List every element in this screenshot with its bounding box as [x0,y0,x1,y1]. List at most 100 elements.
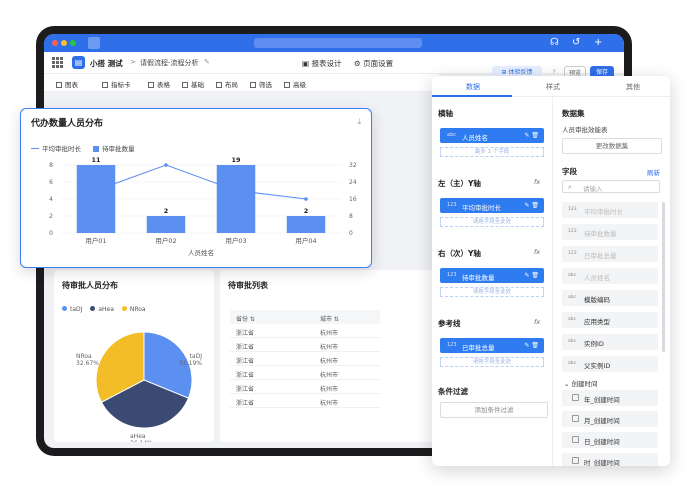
folder-label: 创建时间 [571,380,598,388]
left-y-field-chip[interactable]: 123 平均审批时长 ✎ 🗑 [440,198,544,213]
x-tick-label: 用户02 [155,236,176,245]
field-type-tag: abc [568,317,577,322]
tool-filter[interactable]: 筛选 [250,79,272,89]
pie-chart-card: 待审批人员分布 taDJ aHea NRoa taDJ 31.19% NRoa 32.… [54,270,214,442]
field-item[interactable]: abc 父实例ID [562,356,658,372]
dataset-name: 人员审批效能表 [562,126,608,134]
table-row[interactable]: 浙江省 杭州市 [230,366,380,380]
field-type-tag: 123 [447,202,457,208]
cell-city: 杭州市 [320,386,339,393]
left-axis-tick: 0 [49,230,53,237]
add-filter-button[interactable]: 添加条件过滤 [440,402,548,418]
kpi-card-icon [102,82,108,88]
line-point [94,188,98,193]
refresh-link[interactable]: 刷新 [647,167,660,177]
field-item[interactable]: abc 应用类型 [562,312,658,328]
tool-basic[interactable]: 基础 [182,79,204,89]
field-item[interactable]: abc 人员姓名 [562,268,658,284]
right-axis-tick: 24 [349,179,357,186]
chip-actions-icon[interactable]: ✎ 🗑 [524,272,539,279]
dataset-title: 数据集 [562,109,585,118]
field-label: 实例ID [584,340,604,348]
tool-layout[interactable]: 布局 [216,79,238,89]
table-row[interactable]: 浙江省 杭州市 [230,338,380,352]
field-item[interactable]: abc 模版编码 [562,290,658,306]
tab-report-design[interactable]: ▣ 报表设计 [302,58,342,77]
field-type-tag: abc [447,132,456,138]
right-axis-tick: 8 [349,213,353,220]
left-y-drop-zone[interactable]: 请拖字段至此处 [440,217,544,227]
date-field-item[interactable]: 年_创建时间 [562,390,658,406]
chart-icon [56,82,62,88]
col-city[interactable]: 城市 ⇅ [320,314,339,323]
col-label: 省份 [236,316,249,323]
table-row[interactable]: 浙江省 杭州市 [230,324,380,338]
add-icon[interactable]: + [594,36,602,50]
reference-line-field-chip[interactable]: 123 已审批总量 ✎ 🗑 [440,338,544,353]
field-type-tag: abc [568,295,577,300]
fx-icon[interactable]: fx [534,178,540,186]
field-item[interactable]: 123 已审批总量 [562,246,658,262]
chip-actions-icon[interactable]: ✎ 🗑 [524,202,539,209]
date-field-item[interactable]: 日_创建时间 [562,432,658,448]
line-point [304,197,308,201]
field-type-tag: 123 [568,229,577,234]
field-list-scrollbar[interactable] [662,202,665,352]
x-axis-field-chip[interactable]: abc 人员姓名 ✎ 🗑 [440,128,544,143]
field-item[interactable]: 123 待审批数量 [562,224,658,240]
panel-tab-data[interactable]: 数据 [466,82,480,92]
fx-icon[interactable]: fx [534,318,540,326]
right-y-drop-zone[interactable]: 请拖字段至此处 [440,287,544,297]
right-axis-tick: 32 [349,162,357,169]
change-dataset-button[interactable]: 更改数据集 [562,138,662,154]
x-axis-drop-zone[interactable]: 最多 1 个字段 [440,147,544,157]
right-axis-tick: 0 [349,230,353,237]
chip-actions-icon[interactable]: ✎ 🗑 [524,342,539,349]
field-search-input[interactable]: ⌕ 请输入 [562,180,660,193]
cell-province: 浙江省 [236,400,255,407]
field-item[interactable]: abc 实例ID [562,334,658,350]
right-y-field-chip[interactable]: 123 待审批数量 ✎ 🗑 [440,268,544,283]
field-label: 年_创建时间 [584,396,620,404]
field-label: 父实例ID [584,362,611,370]
fx-icon[interactable]: fx [534,248,540,256]
cell-province: 浙江省 [236,344,255,351]
filter-title: 条件过滤 [438,387,468,396]
tool-table[interactable]: 表格 [148,79,170,89]
global-search-bar[interactable] [254,38,422,48]
headset-icon[interactable]: ☊ [550,36,559,50]
cell-city: 杭州市 [320,400,339,407]
field-label: 应用类型 [584,318,610,326]
tool-kpi-card[interactable]: 指标卡 [102,79,131,89]
panel-tab-other[interactable]: 其他 [626,82,640,92]
maximize-dot[interactable] [70,40,76,46]
reference-line-drop-zone[interactable]: 请拖字段至此处 [440,357,544,367]
date-field-item[interactable]: 月_创建时间 [562,411,658,427]
table-row[interactable]: 浙江省 杭州市 [230,394,380,408]
panel-tab-style[interactable]: 样式 [546,82,560,92]
table-row[interactable]: 浙江省 杭州市 [230,380,380,394]
tool-label: 高级 [293,81,306,89]
minimize-dot[interactable] [61,40,67,46]
flow-name[interactable]: 请假流程-流程分析 [140,58,199,68]
apps-grid-icon[interactable] [52,57,63,68]
pie-label-name: NRoa [76,353,92,360]
folder-create-time[interactable]: ⌄ 创建时间 [564,378,598,388]
tool-chart[interactable]: 图表 [56,79,78,89]
table-row[interactable]: 浙江省 杭州市 [230,352,380,366]
tab-page-settings[interactable]: ⚙ 页面设置 [354,58,393,69]
combo-chart-card[interactable]: 代办数量人员分布 ⤓ 平均审批时长 待审批数量 0 2 4 6 8 0 8 16 24 32 11 用… [20,108,372,268]
field-item[interactable]: 123 平均审批时长 [562,202,658,218]
date-field-item[interactable]: 时_创建时间 [562,453,658,466]
close-dot[interactable] [52,40,58,46]
x-axis-title: 横轴 [438,109,453,118]
history-icon[interactable]: ↺ [572,36,580,50]
cell-province: 浙江省 [236,372,255,379]
tool-advanced[interactable]: 高级 [284,79,306,89]
col-province[interactable]: 省份 ⇅ [236,314,255,323]
field-label: 时_创建时间 [584,459,620,466]
left-axis-tick: 4 [49,196,53,203]
field-label: 月_创建时间 [584,417,620,425]
chip-actions-icon[interactable]: ✎ 🗑 [524,132,539,139]
edit-icon[interactable]: ✎ [204,58,210,66]
